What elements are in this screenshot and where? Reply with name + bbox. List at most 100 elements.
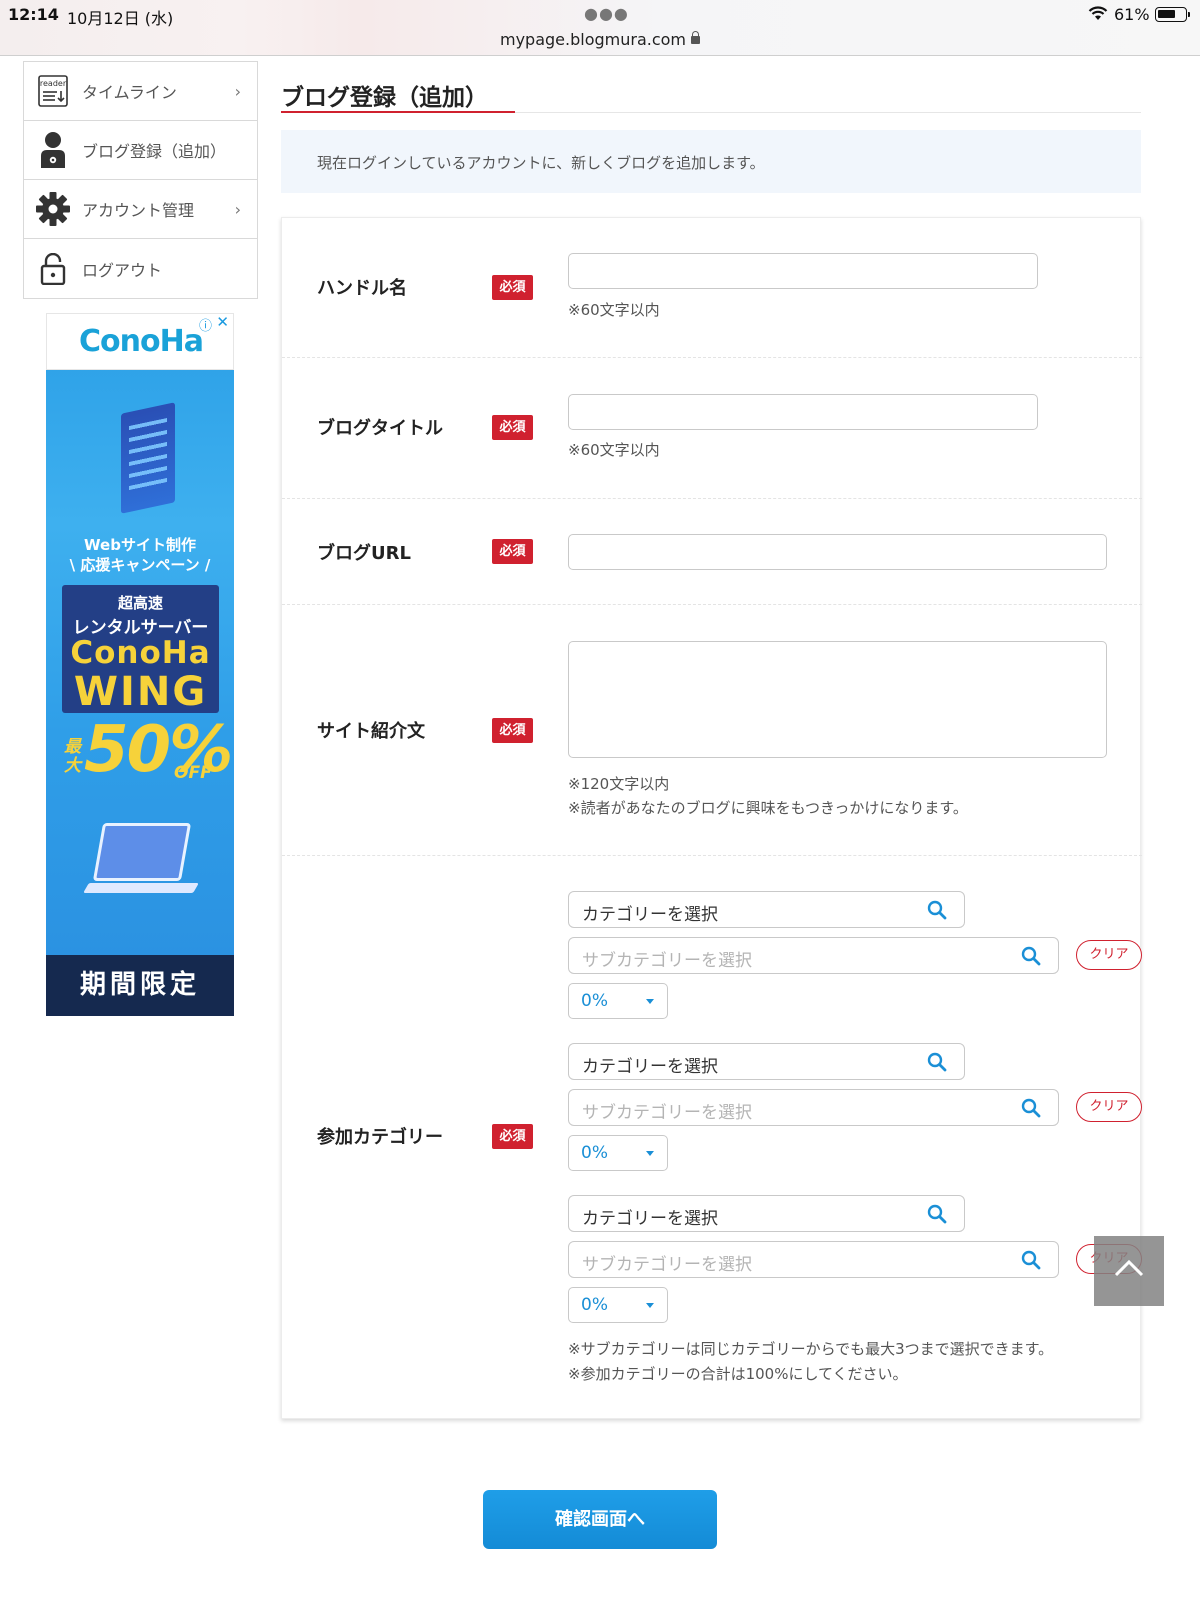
status-bar: 12:14 10月12日 (水) ●●● mypage.blogmura.com… bbox=[0, 0, 1200, 56]
wifi-icon bbox=[1088, 6, 1108, 20]
caret-down-icon bbox=[646, 1303, 654, 1308]
subcategory-select[interactable]: サブカテゴリーを選択 bbox=[568, 1241, 1059, 1278]
ad-product-name: WING bbox=[73, 669, 208, 715]
ad-banner[interactable]: ConoHa ⓘ ✕ Webサイト制作 \ 応援キャンペーン / 超高速 レンタ… bbox=[46, 313, 234, 1016]
category-select-text: カテゴリーを選択 bbox=[582, 1209, 718, 1229]
laptop-illustration bbox=[92, 823, 192, 881]
sidebar-item-label: ログアウト bbox=[82, 260, 163, 280]
category-hint: ※サブカテゴリーは同じカテゴリーからでも最大3つまで選択できます。 bbox=[568, 1340, 1054, 1358]
battery-percent: 61% bbox=[1114, 5, 1150, 24]
ad-info-icon[interactable]: ⓘ bbox=[199, 315, 212, 334]
category-hint: ※参加カテゴリーの合計は100%にしてください。 bbox=[568, 1365, 908, 1383]
ad-discount-suffix: OFF bbox=[174, 763, 212, 783]
form-row-handle: ハンドル名 必須 ※60文字以内 bbox=[282, 218, 1142, 358]
category-select[interactable]: カテゴリーを選択 bbox=[568, 891, 965, 928]
handle-input[interactable] bbox=[568, 253, 1038, 289]
address-bar[interactable]: mypage.blogmura.com bbox=[0, 30, 1200, 49]
battery-icon bbox=[1155, 7, 1190, 22]
status-date: 10月12日 (水) bbox=[67, 9, 174, 28]
category-select-text: カテゴリーを選択 bbox=[582, 905, 718, 925]
sidebar-item-blog-register[interactable]: ブログ登録（追加） bbox=[24, 121, 257, 180]
form-row-title: ブログタイトル 必須 ※60文字以内 bbox=[282, 358, 1142, 499]
subcategory-select[interactable]: サブカテゴリーを選択 bbox=[568, 1089, 1059, 1126]
caret-down-icon bbox=[646, 999, 654, 1004]
search-icon bbox=[1021, 1250, 1041, 1270]
sidebar-item-logout[interactable]: ログアウト bbox=[24, 239, 257, 298]
search-icon bbox=[1021, 946, 1041, 966]
required-badge: 必須 bbox=[492, 415, 533, 440]
ad-panel-line: 超高速 bbox=[117, 594, 163, 612]
blog-register-form: ハンドル名 必須 ※60文字以内 ブログタイトル 必須 ※60文字以内 ブログU… bbox=[281, 217, 1142, 1420]
subcategory-select-text: サブカテゴリーを選択 bbox=[582, 1103, 752, 1123]
category-select[interactable]: カテゴリーを選択 bbox=[568, 1043, 965, 1080]
percent-value: 0% bbox=[581, 1143, 608, 1163]
subcategory-select-text: サブカテゴリーを選択 bbox=[582, 1255, 752, 1275]
ad-product-panel: 超高速 レンタルサーバー ConoHa WING bbox=[62, 585, 219, 715]
caret-down-icon bbox=[646, 1151, 654, 1156]
chevron-right-icon: › bbox=[234, 82, 241, 101]
description-hint: ※読者があなたのブログに興味をもつきっかけになります。 bbox=[568, 799, 968, 817]
percent-value: 0% bbox=[581, 1295, 608, 1315]
required-badge: 必須 bbox=[492, 539, 533, 564]
form-row-categories: 参加カテゴリー 必須 カテゴリーを選択 サブカテゴリーを選択 クリア 0% カテ… bbox=[282, 856, 1142, 1420]
ad-discount-prefix: 最大 bbox=[64, 737, 81, 776]
search-icon bbox=[927, 900, 947, 920]
sidebar-item-timeline[interactable]: reader タイムライン › bbox=[24, 62, 257, 121]
sidebar-item-label: タイムライン bbox=[82, 83, 177, 102]
ad-header: ConoHa ⓘ ✕ bbox=[46, 313, 234, 370]
search-icon bbox=[1021, 1098, 1041, 1118]
user-icon bbox=[24, 121, 82, 180]
required-badge: 必須 bbox=[492, 1124, 533, 1149]
gear-icon bbox=[24, 180, 82, 239]
required-badge: 必須 bbox=[492, 718, 533, 743]
sidebar-item-account[interactable]: アカウント管理 › bbox=[24, 180, 257, 239]
sidebar-item-label: ブログ登録（追加） bbox=[82, 142, 227, 161]
lock-icon bbox=[691, 31, 700, 44]
clear-button[interactable]: クリア bbox=[1076, 1092, 1142, 1122]
chevron-right-icon: › bbox=[234, 200, 241, 219]
status-time: 12:14 bbox=[8, 5, 59, 24]
blog-url-input[interactable] bbox=[568, 534, 1107, 570]
sidebar-item-label: アカウント管理 bbox=[82, 201, 195, 220]
handle-hint: ※60文字以内 bbox=[568, 301, 660, 319]
percent-value: 0% bbox=[581, 991, 608, 1011]
percent-select[interactable]: 0% bbox=[568, 1135, 668, 1171]
intro-box: 現在ログインしているアカウントに、新しくブログを追加します。 bbox=[281, 130, 1141, 193]
intro-text: 現在ログインしているアカウントに、新しくブログを追加します。 bbox=[317, 154, 765, 172]
percent-select[interactable]: 0% bbox=[568, 983, 668, 1019]
blog-title-hint: ※60文字以内 bbox=[568, 441, 660, 459]
reader-icon: reader bbox=[24, 62, 82, 121]
svg-text:reader: reader bbox=[40, 79, 67, 88]
handle-label: ハンドル名 bbox=[317, 278, 407, 299]
description-hint: ※120文字以内 bbox=[568, 775, 670, 793]
back-to-top-button[interactable] bbox=[1094, 1236, 1164, 1306]
more-dots-icon[interactable]: ●●● bbox=[584, 4, 629, 23]
ad-product-name: ConoHa bbox=[70, 635, 211, 671]
form-row-description: サイト紹介文 必須 ※120文字以内 ※読者があなたのブログに興味をもつきっかけ… bbox=[282, 605, 1142, 856]
title-underline bbox=[281, 111, 1141, 113]
sidebar-nav: reader タイムライン › ブログ登録（追加） アカウント管理 › ログアウ… bbox=[23, 61, 258, 299]
confirm-button[interactable]: 確認画面へ bbox=[483, 1490, 717, 1549]
server-illustration bbox=[121, 402, 175, 514]
category-select[interactable]: カテゴリーを選択 bbox=[568, 1195, 965, 1232]
subcategory-select[interactable]: サブカテゴリーを選択 bbox=[568, 937, 1059, 974]
laptop-base-illustration bbox=[83, 883, 199, 893]
lock-icon bbox=[24, 239, 82, 298]
url-text: mypage.blogmura.com bbox=[499, 30, 686, 49]
blog-title-input[interactable] bbox=[568, 394, 1038, 430]
ad-headline: Webサイト制作 \ 応援キャンペーン / bbox=[69, 536, 211, 574]
form-row-url: ブログURL 必須 bbox=[282, 499, 1142, 605]
category-label: 参加カテゴリー bbox=[317, 1127, 443, 1148]
blog-title-label: ブログタイトル bbox=[317, 418, 443, 439]
page-title: ブログ登録（追加） bbox=[281, 85, 488, 111]
chevron-up-icon bbox=[1114, 1259, 1144, 1277]
subcategory-select-text: サブカテゴリーを選択 bbox=[582, 951, 752, 971]
search-icon bbox=[927, 1052, 947, 1072]
blog-url-label: ブログURL bbox=[317, 543, 411, 564]
description-textarea[interactable] bbox=[568, 641, 1107, 758]
ad-close-icon[interactable]: ✕ bbox=[216, 313, 229, 331]
clear-button[interactable]: クリア bbox=[1076, 940, 1142, 970]
required-badge: 必須 bbox=[492, 275, 533, 300]
category-select-text: カテゴリーを選択 bbox=[582, 1057, 718, 1077]
percent-select[interactable]: 0% bbox=[568, 1287, 668, 1323]
